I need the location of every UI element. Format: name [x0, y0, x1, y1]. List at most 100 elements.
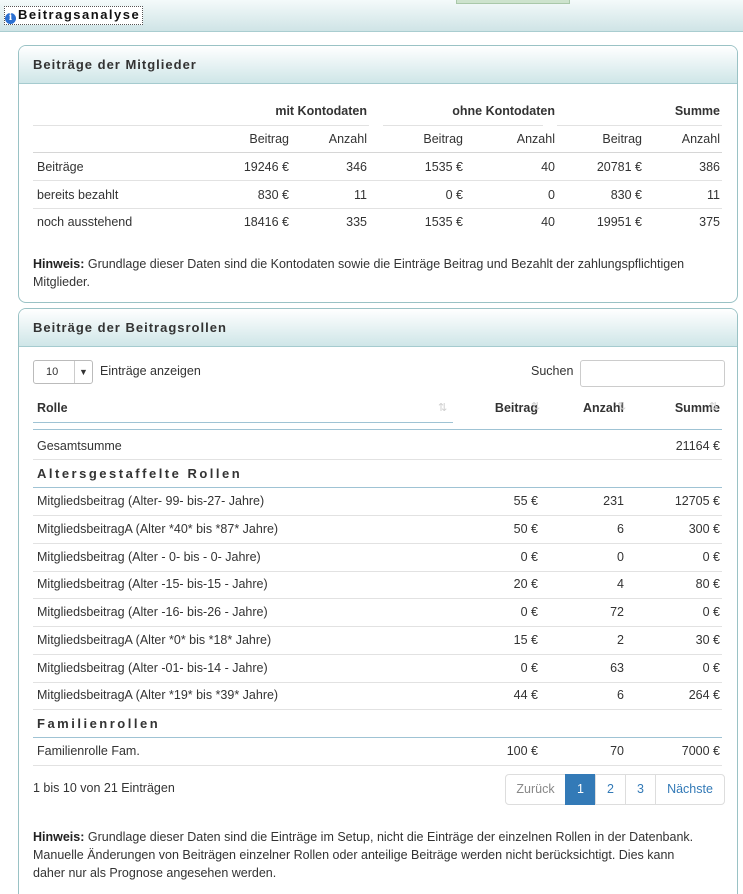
value-cell: 375 — [699, 215, 720, 229]
role-name: Familienrolle Fam. — [37, 744, 140, 758]
row-label: Beiträge — [37, 160, 84, 174]
divider — [33, 654, 722, 655]
pagination-next-button[interactable]: Nächste — [655, 774, 725, 805]
value-cell: 0 € — [445, 188, 463, 202]
divider — [33, 543, 722, 544]
role-anzahl: 0 — [617, 550, 624, 564]
role-name: Mitgliedsbeitrag (Alter -16- bis-26 - Ja… — [37, 605, 268, 619]
sort-icon[interactable]: ⇅ — [617, 400, 626, 413]
subheader-anzahl: Anzahl — [516, 132, 555, 146]
divider — [33, 765, 722, 766]
role-summe: 12705 € — [674, 494, 720, 508]
page-title-text: Beitragsanalyse — [18, 7, 141, 22]
value-cell: 1535 € — [424, 215, 463, 229]
value-cell: 18416 € — [243, 215, 289, 229]
role-beitrag: 44 € — [513, 688, 538, 702]
role-beitrag: 0 € — [520, 550, 538, 564]
sort-icon[interactable]: ⇅ — [709, 400, 718, 413]
role-beitrag: 15 € — [513, 633, 538, 647]
group-title: Familienrollen — [37, 716, 161, 731]
value-cell: 346 — [346, 160, 367, 174]
role-beitrag: 50 € — [513, 522, 538, 536]
group-header-ohne-kontodaten: ohne Kontodaten — [452, 104, 555, 118]
group-header-mit-kontodaten: mit Kontodaten — [275, 104, 367, 118]
value-cell: 20781 € — [596, 160, 642, 174]
hint-text: Grundlage dieser Daten sind die Kontodat… — [87, 257, 685, 271]
role-anzahl: 231 — [603, 494, 624, 508]
value-cell: 40 — [541, 160, 555, 174]
subheader-anzahl: Anzahl — [328, 132, 367, 146]
divider — [33, 682, 722, 683]
role-name: Mitgliedsbeitrag (Alter - 0- bis - 0- Ja… — [37, 550, 261, 564]
value-cell: 1535 € — [424, 160, 463, 174]
pagination-page-3[interactable]: 3 — [625, 774, 656, 805]
value-cell: 19951 € — [596, 215, 642, 229]
divider — [33, 422, 453, 423]
roles-panel-header: Beiträge der Beitragsrollen — [19, 309, 737, 347]
divider — [33, 459, 722, 460]
pagination-prev-button[interactable]: Zurück — [505, 774, 566, 805]
divider — [33, 515, 722, 516]
pagination-page-2[interactable]: 2 — [595, 774, 626, 805]
role-name: Mitgliedsbeitrag (Alter- 99- bis-27- Jah… — [37, 494, 265, 508]
role-beitrag: 0 € — [520, 661, 538, 675]
divider — [33, 152, 722, 153]
role-name: MitgliedsbeitragA (Alter *40* bis *87* J… — [37, 522, 279, 536]
value-cell: 0 — [548, 188, 555, 202]
row-label: noch ausstehend — [37, 215, 133, 229]
role-summe: 0 € — [702, 550, 720, 564]
role-anzahl: 72 — [610, 605, 624, 619]
pagination-page-1[interactable]: 1 — [565, 774, 596, 805]
hint-label: Hinweis: — [33, 257, 85, 271]
divider — [33, 208, 722, 209]
sort-icon[interactable]: ⇅ — [531, 400, 540, 413]
value-cell: 19246 € — [243, 160, 289, 174]
role-name: MitgliedsbeitragA (Alter *0* bis *18* Ja… — [37, 633, 272, 647]
divider — [33, 429, 722, 430]
divider — [33, 709, 722, 710]
total-label: Gesamtsumme — [37, 439, 122, 453]
chevron-down-icon[interactable]: ▼ — [74, 361, 92, 383]
page-title: i Beitragsanalyse — [4, 6, 144, 25]
role-summe: 80 € — [695, 577, 720, 591]
role-anzahl: 70 — [610, 744, 624, 758]
search-label: Suchen — [531, 364, 574, 378]
row-label: bereits bezahlt — [37, 188, 119, 202]
group-title: Altersgestaffelte Rollen — [37, 466, 243, 481]
subheader-beitrag: Beitrag — [602, 132, 642, 146]
role-name: MitgliedsbeitragA (Alter *19* bis *39* J… — [37, 688, 279, 702]
hint-text: daher nur als Prognose angesehen werden. — [33, 866, 277, 880]
role-beitrag: 20 € — [513, 577, 538, 591]
titlebar-tab[interactable] — [456, 0, 570, 4]
length-select[interactable]: 10 ▼ — [33, 360, 93, 384]
value-cell: 830 € — [257, 188, 289, 202]
divider — [33, 487, 722, 488]
subheader-anzahl: Anzahl — [681, 132, 720, 146]
sort-icon[interactable]: ⇅ — [438, 401, 447, 414]
divider — [33, 571, 722, 572]
divider — [557, 125, 722, 126]
value-cell: 11 — [354, 188, 367, 202]
role-anzahl: 6 — [617, 688, 624, 702]
hint-text: Manuelle Änderungen von Beiträgen einzel… — [33, 848, 675, 862]
search-input[interactable] — [580, 360, 725, 387]
column-header-rolle[interactable]: Rolle — [37, 401, 68, 415]
role-beitrag: 100 € — [506, 744, 538, 758]
members-panel-header: Beiträge der Mitglieder — [19, 46, 737, 84]
role-anzahl: 63 — [610, 661, 624, 675]
role-summe: 300 € — [688, 522, 720, 536]
role-name: Mitgliedsbeitrag (Alter -15- bis-15 - Ja… — [37, 577, 268, 591]
value-cell: 830 € — [610, 188, 642, 202]
value-cell: 40 — [541, 215, 555, 229]
members-panel: Beiträge der Mitglieder mit Kontodaten o… — [18, 45, 738, 303]
role-name: Mitgliedsbeitrag (Alter -01- bis-14 - Ja… — [37, 661, 268, 675]
role-anzahl: 6 — [617, 522, 624, 536]
total-value: 21164 € — [675, 439, 720, 453]
role-summe: 264 € — [688, 688, 720, 702]
divider — [33, 125, 369, 126]
role-beitrag: 0 € — [520, 605, 538, 619]
role-anzahl: 2 — [617, 633, 624, 647]
roles-hint: Hinweis: Grundlage dieser Daten sind die… — [33, 828, 737, 882]
length-label: Einträge anzeigen — [100, 364, 201, 378]
divider — [33, 626, 722, 627]
